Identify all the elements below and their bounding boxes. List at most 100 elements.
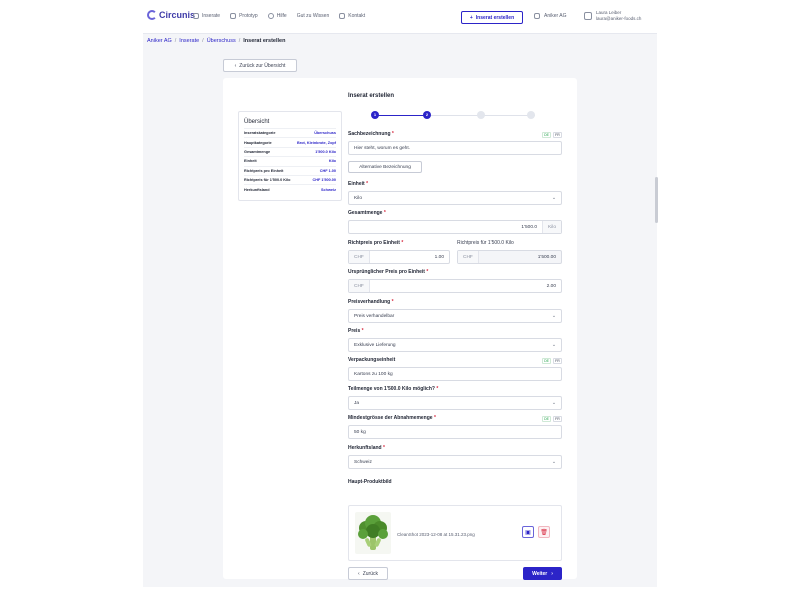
field-teilmenge: Teilmenge von 1'500.0 Kilo möglich? * Ja… <box>348 386 562 410</box>
step-4[interactable] <box>527 111 535 119</box>
input-value: 1'500.0 <box>521 224 537 230</box>
summary-key: Einheit <box>244 159 257 164</box>
step-3[interactable] <box>477 111 485 119</box>
summary-value: CHF 1.00 <box>319 168 336 173</box>
field-verpackung: Verpackungseinheit DE FR Kartons zu 100 … <box>348 357 562 381</box>
summary-value: Überschuss <box>314 131 336 136</box>
mindestgroesse-input[interactable]: 50 kg <box>348 425 562 439</box>
lang-de-button[interactable]: DE <box>542 416 551 422</box>
ursprungspreis-input[interactable]: CHF 2.00 <box>348 279 562 293</box>
nav-label: Hilfe <box>276 13 287 19</box>
summary-row: Richtpreis pro Einheit CHF 1.00 <box>244 165 336 175</box>
back-button[interactable]: ‹ Zurück <box>348 567 388 580</box>
nav-item-hilfe[interactable]: Hilfe <box>267 13 287 19</box>
back-to-overview-button[interactable]: ‹ Zurück zur Übersicht <box>223 59 297 72</box>
building-icon <box>534 13 540 19</box>
app-shell: Circunis Inserate Prototyp Hilfe Gut zu … <box>143 0 657 587</box>
page-scrollbar[interactable] <box>655 177 658 223</box>
plus-icon: + <box>469 14 473 21</box>
next-button[interactable]: Weiter › <box>523 567 562 580</box>
lang-fr-button[interactable]: FR <box>553 416 562 422</box>
breadcrumb-current: Inserat erstellen <box>243 38 286 44</box>
field-sachbezeichnung: Sachbezeichnung * DE FR Hier steht, woru… <box>348 131 562 155</box>
field-preis: Preis * Exklusive Lieferung ⌄ <box>348 328 562 352</box>
preis-select[interactable]: Exklusive Lieferung ⌄ <box>348 338 562 352</box>
input-value: Hier steht, worum es geht. <box>354 145 410 151</box>
summary-row: Inseratskategorie Überschuss <box>244 128 336 137</box>
next-label: Weiter <box>532 570 548 577</box>
company-switcher[interactable]: Aniker AG <box>534 13 567 19</box>
field-label: Haupt-Produktbild <box>348 479 392 485</box>
lang-de-button[interactable]: DE <box>542 358 551 364</box>
field-label: Preis * <box>348 328 364 334</box>
create-listing-label: Inserat erstellen <box>475 14 515 21</box>
breadcrumb: Aniker AG / Inserate / Überschuss / Inserat er… <box>147 38 286 44</box>
gesamtmenge-input[interactable]: 1'500.0 Kilo <box>348 220 562 234</box>
brand-logo[interactable]: Circunis <box>147 10 195 20</box>
create-listing-button[interactable]: + Inserat erstellen <box>461 11 523 24</box>
verpackung-input[interactable]: Kartons zu 100 kg <box>348 367 562 381</box>
nav-label: Kontakt <box>348 13 366 19</box>
nav-item-kontakt[interactable]: Kontakt <box>339 13 365 19</box>
preisverhandlung-select[interactable]: Preis verhandelbar ⌄ <box>348 309 562 323</box>
summary-value: CHF 1'500.00 <box>312 178 337 183</box>
form-title: Inserat erstellen <box>348 93 395 99</box>
nav-label: Inserate <box>202 13 221 19</box>
broccoli-icon <box>358 515 388 550</box>
lang-fr-button[interactable]: FR <box>553 132 562 138</box>
summary-value: Brot, Kleinbrote, Zopf <box>296 140 336 145</box>
summary-key: Gesamtmenge <box>244 149 271 154</box>
trash-icon: 🗑 <box>540 529 548 536</box>
select-value: Ja <box>354 400 360 406</box>
replace-image-button[interactable]: ▣ <box>522 526 534 538</box>
nav-item-gut-zu-wissen[interactable]: Gut zu Wissen <box>297 13 330 19</box>
sachbezeichnung-input[interactable]: Hier steht, worum es geht. <box>348 141 562 155</box>
summary-key: Richtpreis für 1'500.0 Kilo <box>244 178 291 183</box>
logo-icon <box>147 10 157 20</box>
mail-icon <box>339 13 346 19</box>
back-label: Zurück <box>362 570 378 577</box>
alternative-name-button[interactable]: Alternative Bezeichnung <box>348 161 422 173</box>
herkunftsland-select[interactable]: Schweiz ⌄ <box>348 455 562 469</box>
back-to-overview-label: Zurück zur Übersicht <box>239 62 286 69</box>
chevron-down-icon: ⌄ <box>551 313 557 319</box>
currency-addon: CHF <box>349 251 370 263</box>
richtpreis-total-input: CHF 1'500.00 <box>457 250 562 264</box>
step-2[interactable]: 2 <box>423 111 431 119</box>
richtpreis-einheit-input[interactable]: CHF 1.00 <box>348 250 450 264</box>
summary-value: Schweiz <box>321 187 336 192</box>
user-icon <box>584 12 592 20</box>
currency-addon: CHF <box>349 280 370 292</box>
field-label: Gesamtmenge * <box>348 210 386 216</box>
teilmenge-select[interactable]: Ja ⌄ <box>348 396 562 410</box>
field-label: Preisverhandlung * <box>348 299 394 305</box>
brand-name: Circunis <box>159 10 196 20</box>
lang-de-button[interactable]: DE <box>542 132 551 138</box>
breadcrumb-item[interactable]: Überschuss <box>207 38 236 44</box>
summary-row: Hauptkategorie Brot, Kleinbrote, Zopf <box>244 137 336 146</box>
chevron-down-icon: ⌄ <box>551 342 557 348</box>
lang-fr-button[interactable]: FR <box>553 358 562 364</box>
summary-key: Hauptkategorie <box>244 140 272 145</box>
nav-label: Prototyp <box>239 13 258 19</box>
main-nav: Inserate Prototyp Hilfe Gut zu Wissen Ko… <box>193 13 365 19</box>
einheit-select[interactable]: Kilo ⌄ <box>348 191 562 205</box>
user-menu[interactable]: Laura Leiber laura@aniker-foods.ch <box>584 10 641 22</box>
field-preisverhandlung: Preisverhandlung * Preis verhandelbar ⌄ <box>348 299 562 323</box>
breadcrumb-item[interactable]: Aniker AG <box>147 38 172 44</box>
step-1[interactable]: 1 <box>371 111 379 119</box>
user-info: Laura Leiber laura@aniker-foods.ch <box>596 10 641 22</box>
progress-stepper: 1 2 <box>371 111 535 119</box>
field-label: Richtpreis für 1'500.0 Kilo <box>457 240 514 246</box>
summary-row: Richtpreis für 1'500.0 Kilo CHF 1'500.00 <box>244 174 337 184</box>
delete-image-button[interactable]: 🗑 <box>538 526 550 538</box>
nav-item-prototyp[interactable]: Prototyp <box>230 13 258 19</box>
breadcrumb-item[interactable]: Inserate <box>179 38 199 44</box>
input-value: 1'500.00 <box>537 254 556 260</box>
form-card: Übersicht Inseratskategorie Überschuss Ha… <box>223 78 577 580</box>
image-upload-box: CleanShot 2023-12-08 at 15.31.23.png ▣ 🗑 <box>348 505 562 561</box>
input-value: 50 kg <box>354 429 366 435</box>
company-name: Aniker AG <box>544 13 567 19</box>
listing-form: Inserat erstellen 1 2 Sachbezeichnung * … <box>348 93 562 580</box>
nav-item-inserate[interactable]: Inserate <box>193 13 220 19</box>
